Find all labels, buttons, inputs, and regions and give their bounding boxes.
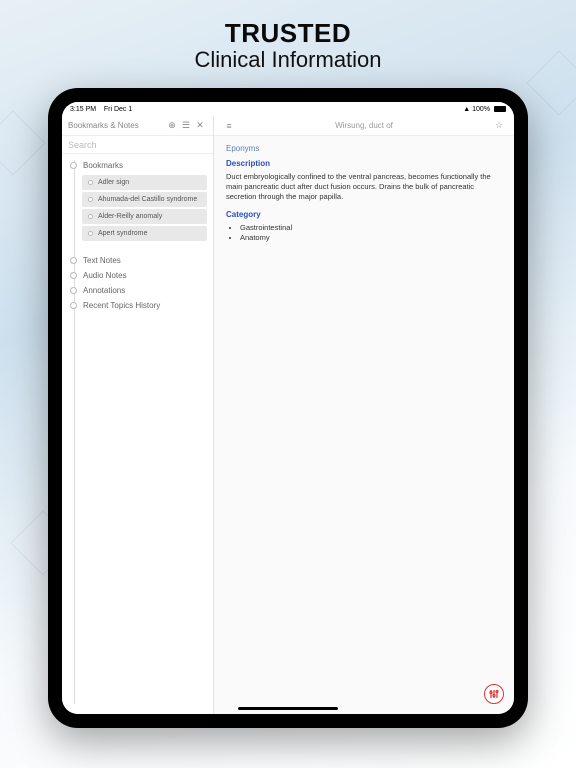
sidebar: Bookmarks & Notes ⊕ ☰ ✕ Bookmarks: [62, 116, 214, 714]
add-button[interactable]: ⊕: [165, 119, 179, 133]
status-date: Fri Dec 1: [104, 106, 132, 113]
article-title: Wirsung, duct of: [236, 121, 492, 130]
wifi-icon: ▲: [463, 106, 470, 113]
tree-node-icon: [70, 272, 77, 279]
section-label: Annotations: [83, 286, 125, 295]
category-item: Anatomy: [240, 233, 502, 242]
main-pane: ≡ Wirsung, duct of ☆ Eponyms Description…: [214, 116, 514, 714]
sliders-icon: [488, 688, 500, 700]
section-audio-notes[interactable]: Audio Notes: [68, 268, 213, 283]
sidebar-search[interactable]: [62, 136, 213, 154]
tree-line: [74, 160, 75, 704]
list-view-button[interactable]: ≡: [222, 119, 236, 133]
tree-node-icon: [70, 287, 77, 294]
promo-line-2: Clinical Information: [0, 47, 576, 73]
main-toolbar: ≡ Wirsung, duct of ☆: [214, 116, 514, 136]
description-heading: Description: [226, 159, 502, 168]
section-label: Bookmarks: [83, 161, 123, 170]
battery-icon: [494, 106, 506, 112]
close-sidebar-button[interactable]: ✕: [193, 119, 207, 133]
tree-leaf-icon: [88, 214, 93, 219]
bookmark-item[interactable]: Alder-Reilly anomaly: [82, 209, 207, 224]
bookmark-item[interactable]: Apert syndrome: [82, 226, 207, 241]
section-annotations[interactable]: Annotations: [68, 283, 213, 298]
section-label: Audio Notes: [83, 271, 127, 280]
breadcrumb[interactable]: Eponyms: [226, 144, 502, 153]
bookmark-item[interactable]: Ahumada-del Castillo syndrome: [82, 192, 207, 207]
filter-button[interactable]: ☰: [179, 119, 193, 133]
split-view: Bookmarks & Notes ⊕ ☰ ✕ Bookmarks: [62, 116, 514, 714]
status-right: ▲ 100%: [463, 106, 506, 113]
tree-leaf-icon: [88, 197, 93, 202]
tree-node-icon: [70, 162, 77, 169]
bookmark-label: Apert syndrome: [98, 230, 147, 237]
settings-fab[interactable]: [484, 684, 504, 704]
promo-headline: TRUSTED Clinical Information: [0, 0, 576, 73]
description-text: Duct embryologically confined to the ven…: [226, 172, 502, 202]
favorite-button[interactable]: ☆: [492, 119, 506, 133]
decorative-hex: [0, 110, 46, 175]
section-text-notes[interactable]: Text Notes: [68, 253, 213, 268]
tree-node-icon: [70, 257, 77, 264]
search-input[interactable]: [68, 140, 207, 150]
sidebar-title: Bookmarks & Notes: [68, 121, 165, 130]
sidebar-toolbar: Bookmarks & Notes ⊕ ☰ ✕: [62, 116, 213, 136]
bookmark-label: Ahumada-del Castillo syndrome: [98, 196, 197, 203]
section-label: Text Notes: [83, 256, 121, 265]
category-list: Gastrointestinal Anatomy: [240, 223, 502, 242]
tree-node-icon: [70, 302, 77, 309]
category-heading: Category: [226, 210, 502, 219]
tree-leaf-icon: [88, 180, 93, 185]
status-left: 3:15 PM Fri Dec 1: [70, 106, 132, 113]
home-indicator[interactable]: [238, 707, 338, 710]
article-body: Eponyms Description Duct embryologically…: [214, 136, 514, 251]
bookmark-item[interactable]: Adler sign: [82, 175, 207, 190]
tablet-frame: 3:15 PM Fri Dec 1 ▲ 100% Bookmarks & Not…: [48, 88, 528, 728]
status-time: 3:15 PM: [70, 106, 96, 113]
tablet-screen: 3:15 PM Fri Dec 1 ▲ 100% Bookmarks & Not…: [62, 102, 514, 714]
battery-percent: 100%: [472, 106, 490, 113]
bookmark-label: Adler sign: [98, 179, 129, 186]
app-store-promo-backplate: TRUSTED Clinical Information 3:15 PM Fri…: [0, 0, 576, 768]
category-item: Gastrointestinal: [240, 223, 502, 232]
ios-status-bar: 3:15 PM Fri Dec 1 ▲ 100%: [62, 102, 514, 116]
promo-line-1: TRUSTED: [0, 18, 576, 49]
bookmark-label: Alder-Reilly anomaly: [98, 213, 162, 220]
section-history[interactable]: Recent Topics History: [68, 298, 213, 313]
section-bookmarks[interactable]: Bookmarks: [68, 158, 213, 173]
sidebar-tree: Bookmarks Adler sign Ahumada-del Castill…: [62, 154, 213, 714]
tree-leaf-icon: [88, 231, 93, 236]
section-label: Recent Topics History: [83, 301, 160, 310]
